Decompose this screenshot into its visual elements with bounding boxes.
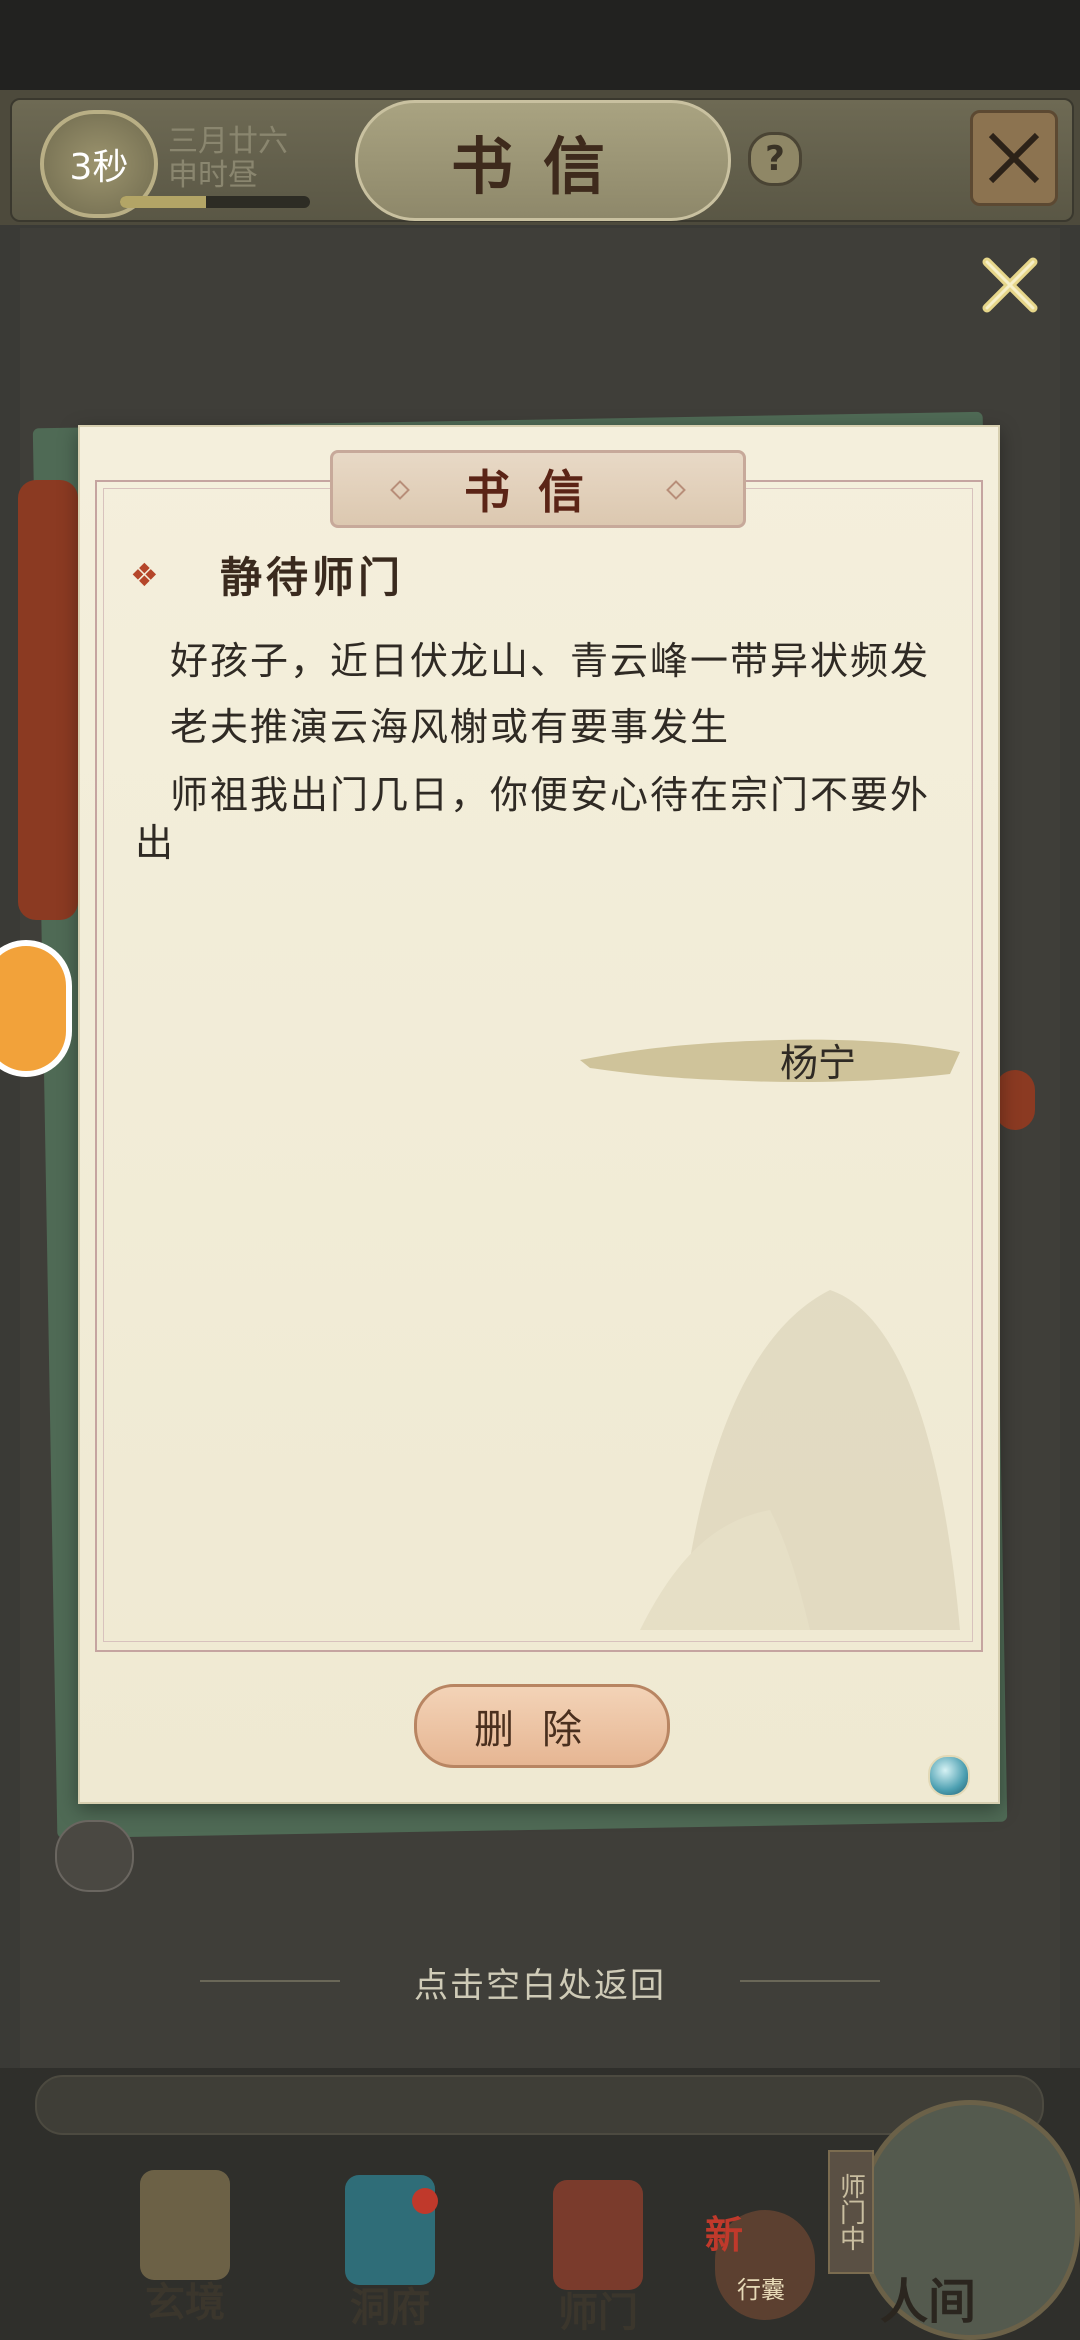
nav-label: 师门 — [558, 2289, 638, 2336]
letter-line: 好孩子，近日伏龙山、青云峰一带异状频发 — [170, 639, 931, 683]
plaque-ornament-right — [666, 480, 686, 500]
letter-line: 出 — [135, 821, 176, 865]
scroll-icon — [140, 2170, 230, 2280]
jade-bead-ornament — [928, 1755, 970, 1797]
notification-dot — [412, 2188, 438, 2214]
nav-shimen[interactable]: 师门 — [528, 2180, 668, 2338]
bag-icon: 行囊 — [737, 2276, 785, 2304]
diamond-bullet-icon: ❖ — [130, 556, 159, 594]
nav-xingnang[interactable]: 新 行囊 — [705, 2210, 815, 2320]
signature-brush-stroke — [580, 1039, 960, 1082]
nav-xuanjing[interactable]: 玄境 — [115, 2170, 255, 2328]
letter-red-clip — [995, 1070, 1035, 1130]
letter-title: 书信 — [330, 450, 746, 528]
map-icon[interactable] — [970, 110, 1058, 206]
letter-subject: 静待师门 — [220, 553, 405, 602]
nav-renjian-label: 人间 — [880, 2274, 977, 2330]
hint-divider-right — [740, 1980, 880, 1982]
shimen-status-tag: 师门中 — [828, 2150, 874, 2274]
nav-label: 洞府 — [350, 2284, 430, 2331]
chat-icon[interactable] — [55, 1820, 134, 1892]
question-icon[interactable]: ? — [748, 132, 802, 186]
time-of-day-label: 申时昼 — [168, 158, 258, 193]
page-title: 书信 — [355, 100, 731, 221]
close-icon[interactable] — [975, 250, 1045, 320]
letter-line: 老夫推演云海风榭或有要事发生 — [170, 705, 731, 749]
banner-icon — [553, 2180, 643, 2290]
side-game-button[interactable] — [0, 940, 72, 1077]
letter-title-text: 书信 — [464, 465, 612, 519]
plaque-ornament-left — [390, 480, 410, 500]
mountain-decoration — [640, 1290, 960, 1630]
letter-red-ribbon — [18, 480, 78, 920]
nav-dongfu[interactable]: 洞府 — [320, 2175, 460, 2333]
bottom-nav-rail — [35, 2075, 1044, 2135]
letter-signature: 杨宁 — [780, 1041, 857, 1085]
status-bar — [0, 0, 1080, 90]
return-hint: 点击空白处返回 — [414, 1966, 666, 2006]
delete-button[interactable]: 删除 — [414, 1684, 670, 1768]
time-progress-bar — [120, 196, 310, 208]
letter-line: 师祖我出门几日，你便安心待在宗门不要外 — [170, 773, 931, 817]
new-badge: 新 — [705, 2213, 744, 2257]
time-progress-fill — [120, 196, 206, 208]
nav-label: 玄境 — [145, 2279, 225, 2326]
